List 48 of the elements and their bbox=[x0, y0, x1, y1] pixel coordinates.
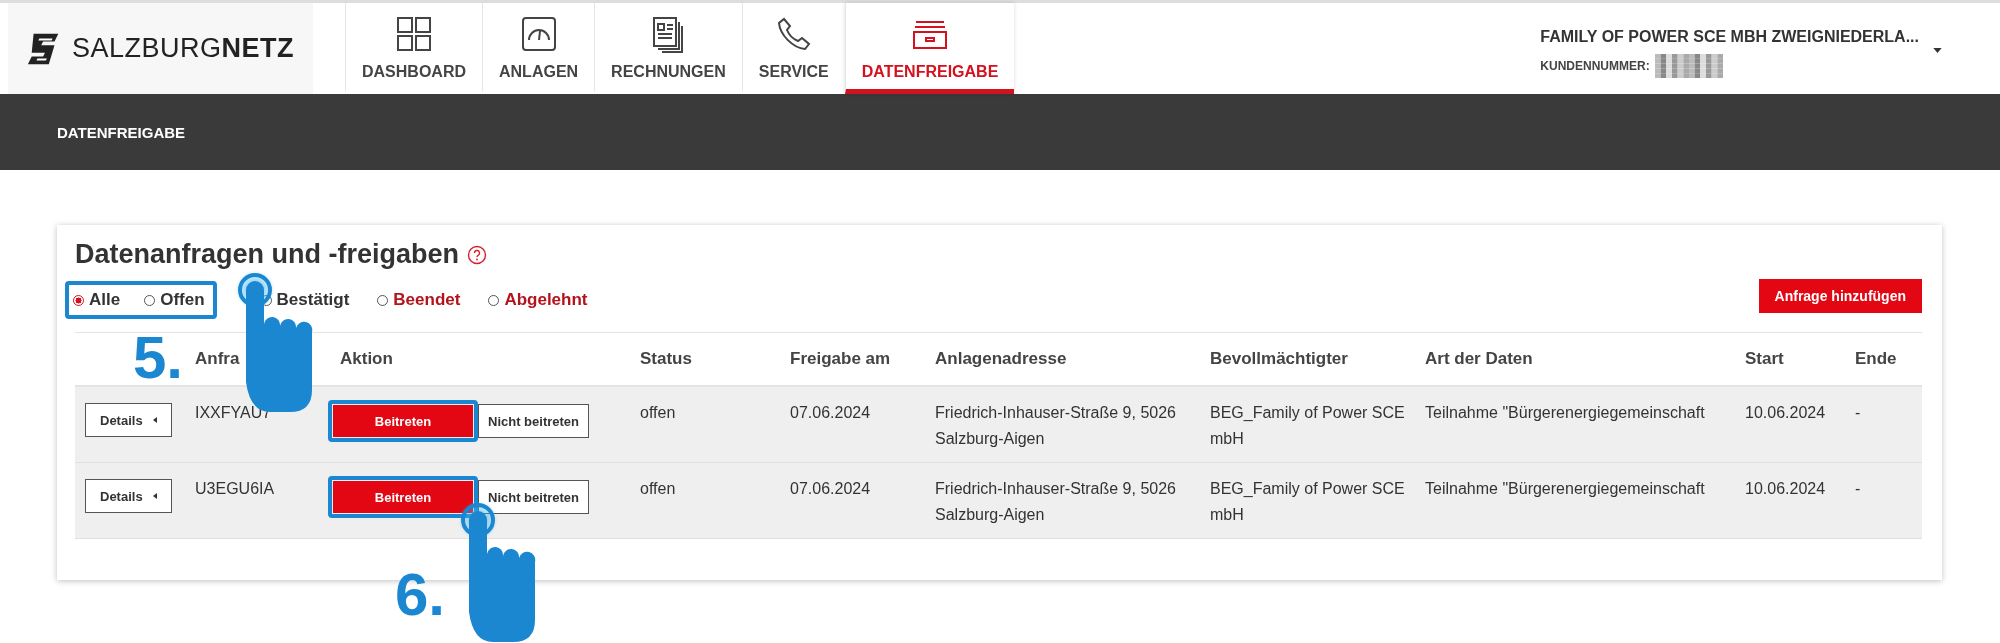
table-cell: 07.06.2024 bbox=[790, 480, 871, 497]
column-header: Freigabe am bbox=[790, 349, 891, 368]
join-button[interactable]: Beitreten bbox=[333, 481, 473, 513]
table-cell: U3EGU6IA bbox=[195, 480, 275, 497]
join-button[interactable]: Beitreten bbox=[333, 405, 473, 437]
grid-icon bbox=[394, 14, 434, 54]
details-button[interactable]: Details bbox=[85, 479, 172, 513]
customer-number-label: KUNDENNUMMER: bbox=[1540, 59, 1650, 73]
column-header: Bevollmächtigter bbox=[1210, 349, 1348, 368]
caret-left-icon bbox=[152, 493, 157, 499]
details-button[interactable]: Details bbox=[85, 403, 172, 437]
step-number: 5. bbox=[133, 328, 184, 388]
column-header: Art der Daten bbox=[1425, 349, 1533, 368]
column-header: Aktion bbox=[340, 349, 393, 368]
column-header: Status bbox=[640, 349, 692, 368]
table-cell: 10.06.2024 bbox=[1745, 404, 1826, 421]
nav-tab[interactable]: DATENFREIGABE bbox=[844, 3, 1015, 94]
table-cell: BEG_Family of Power SCE mbH bbox=[1210, 404, 1405, 447]
filter-radio[interactable]: Alle bbox=[73, 290, 121, 310]
table-cell: Friedrich-Inhauser-Straße 9, 5026 Salzburg-Aigen bbox=[935, 404, 1176, 447]
decline-button[interactable]: Nicht beitreten bbox=[478, 404, 589, 438]
account-name[interactable]: FAMILY OF POWER SCE MBH ZWEIGNIEDERLA... bbox=[1540, 28, 1919, 46]
table-cell: offen bbox=[640, 480, 676, 497]
table-cell: - bbox=[1855, 480, 1861, 497]
column-header: Ende bbox=[1855, 349, 1897, 368]
table-cell: offen bbox=[640, 404, 676, 421]
add-request-button[interactable]: Anfrage hinzufügen bbox=[1758, 279, 1922, 313]
table-cell: Teilnahme "Bürgerenergiegemeinschaft bbox=[1425, 404, 1705, 421]
help-icon[interactable] bbox=[467, 244, 488, 265]
step-number: 6. bbox=[395, 565, 446, 625]
table-cell: BEG_Family of Power SCE mbH bbox=[1210, 480, 1405, 523]
table-cell: Teilnahme "Bürgerenergiegemeinschaft bbox=[1425, 480, 1705, 497]
table-cell: 10.06.2024 bbox=[1745, 480, 1826, 497]
caret-down-icon[interactable] bbox=[1933, 48, 1942, 53]
decline-button[interactable]: Nicht beitreten bbox=[478, 480, 589, 514]
caret-left-icon bbox=[152, 417, 157, 423]
page-title: DATENFREIGABE bbox=[57, 123, 186, 141]
table-cell: Friedrich-Inhauser-Straße 9, 5026 Salzburg-Aigen bbox=[935, 480, 1176, 523]
redacted-value bbox=[1654, 54, 1723, 78]
table-cell: 07.06.2024 bbox=[790, 404, 871, 421]
filter-radio[interactable]: Beendet bbox=[377, 290, 461, 310]
card-title: Datenanfragen und -freigaben bbox=[75, 239, 460, 270]
filter-radio[interactable]: Offen bbox=[144, 290, 205, 310]
column-header: Anfra bbox=[195, 349, 240, 368]
column-header: Start bbox=[1745, 349, 1784, 368]
filter-radio[interactable]: Abgelehnt bbox=[488, 290, 588, 310]
column-header: Anlagenadresse bbox=[935, 349, 1067, 368]
table-cell: - bbox=[1855, 404, 1861, 421]
